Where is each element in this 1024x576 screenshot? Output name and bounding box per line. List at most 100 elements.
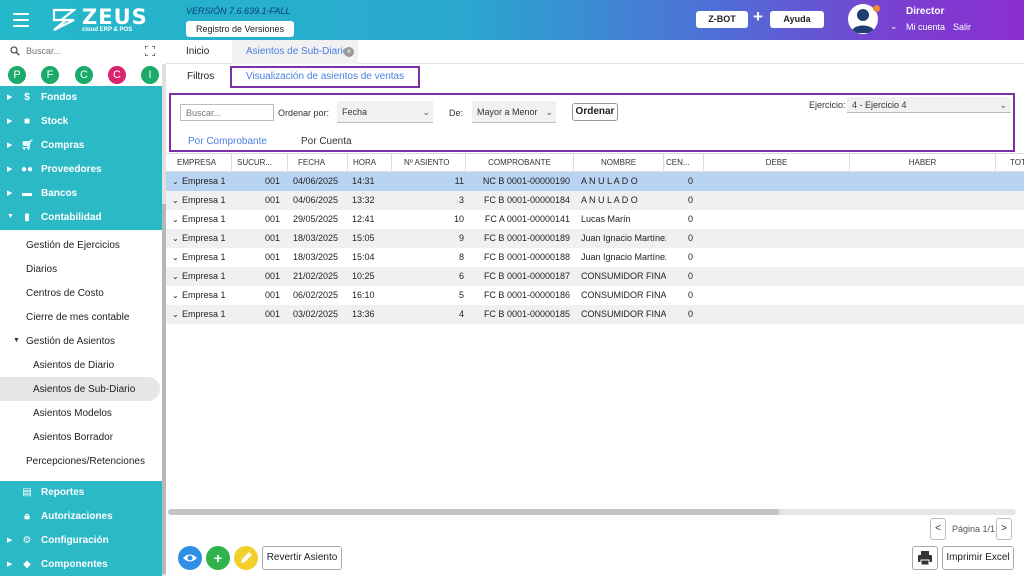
sidebar-search-input[interactable] [26, 46, 126, 56]
expand-icon[interactable] [145, 46, 155, 56]
pager-next-button[interactable]: > [996, 518, 1012, 540]
sidebar-item-autorizaciones[interactable]: 🔒︎ Autorizaciones [0, 505, 162, 529]
subtab-visualizacion[interactable]: Visualización de asientos de ventas [230, 66, 420, 88]
sidebar-item-reportes[interactable]: ▤ Reportes [0, 481, 162, 505]
chevron-down-icon[interactable]: ⌄ [172, 286, 179, 305]
sidebar-item-percepciones[interactable]: Percepciones/Retenciones [0, 449, 162, 473]
sidebar-item-diarios[interactable]: Diarios [0, 257, 162, 281]
sidebar-item-label: Proveedores [41, 164, 102, 175]
col-nro-asiento[interactable]: Nº ASIENTO [392, 154, 466, 172]
ordenar-por-select[interactable]: Fecha ⌄ [337, 101, 433, 123]
table-row[interactable]: ⌄ Empresa 1 001 03/02/2025 13:36 4 FC B 0001-0… [166, 305, 1024, 324]
cell-asiento: 10 [453, 214, 464, 224]
tab-por-cuenta[interactable]: Por Cuenta [301, 136, 352, 147]
cell-hora: 14:31 [352, 176, 375, 186]
table-row[interactable]: ⌄ Empresa 1 001 18/03/2025 15:05 9 FC B 0001-0… [166, 229, 1024, 248]
sidebar-item-proveedores[interactable]: ▶ ●● Proveedores [0, 158, 162, 182]
chevron-down-icon[interactable]: ⌄ [172, 172, 179, 191]
col-total[interactable]: TOT [996, 154, 1024, 172]
chevron-down-icon[interactable]: ⌄ [172, 267, 179, 286]
sidebar-item-configuracion[interactable]: ▶ ⚙ Configuración [0, 529, 162, 553]
horizontal-scrollbar-thumb[interactable] [168, 509, 780, 515]
ejercicio-select[interactable]: 4 - Ejercicio 4 ⌄ [847, 97, 1011, 113]
view-button[interactable] [178, 546, 202, 570]
tab-asientos-subdiario[interactable]: Asientos de Sub-Diario × [232, 40, 358, 64]
ordenar-button[interactable]: Ordenar [572, 103, 618, 121]
zbot-button[interactable]: Z-BOT [696, 11, 748, 28]
col-centro[interactable]: CEN... [664, 154, 704, 172]
table-body: ⌄ Empresa 1 001 04/06/2025 14:31 11 NC B 0001-… [166, 172, 1024, 324]
horizontal-scrollbar[interactable] [168, 509, 1016, 515]
pager-prev-button[interactable]: < [930, 518, 946, 540]
sidebar-item-gestion-ejercicios[interactable]: Gestión de Ejercicios [0, 233, 162, 257]
cell-sucursal: 001 [264, 176, 280, 186]
cell-empresa: Empresa 1 [182, 290, 226, 300]
mi-cuenta-link[interactable]: Mi cuenta [906, 22, 945, 32]
table-row[interactable]: ⌄ Empresa 1 001 21/02/2025 10:25 6 FC B 0001-0… [166, 267, 1024, 286]
plus-icon: + [213, 550, 223, 566]
registro-versiones-button[interactable]: Registro de Versiones [186, 21, 294, 37]
revertir-asiento-button[interactable]: Revertir Asiento [262, 546, 342, 570]
chevron-down-icon[interactable]: ⌄ [890, 21, 898, 32]
col-comprobante[interactable]: COMPROBANTE [466, 154, 574, 172]
sidebar-item-centros-costo[interactable]: Centros de Costo [0, 281, 162, 305]
quick-c2-button[interactable]: C [108, 66, 126, 84]
col-sucursal[interactable]: SUCUR... [232, 154, 288, 172]
tab-inicio[interactable]: Inicio [186, 40, 209, 64]
imprimir-excel-button[interactable]: Imprimir Excel [942, 546, 1014, 570]
sidebar-item-bancos[interactable]: ▶ ▬ Bancos [0, 182, 162, 206]
hamburger-menu-icon[interactable] [13, 13, 29, 27]
sidebar-item-contabilidad[interactable]: ▼ ▮ Contabilidad [0, 206, 162, 230]
sidebar-item-asientos-borrador[interactable]: Asientos Borrador [0, 425, 162, 449]
zeus-logo[interactable]: ZEUS cloud ERP & POS [52, 5, 152, 35]
sidebar-item-asientos-diario[interactable]: Asientos de Diario [0, 353, 162, 377]
table-row[interactable]: ⌄ Empresa 1 001 04/06/2025 14:31 11 NC B 0001-… [166, 172, 1024, 191]
sidebar-item-fondos[interactable]: ▶ $ Fondos [0, 86, 162, 110]
chevron-right-icon: ▶ [7, 94, 13, 101]
chevron-down-icon[interactable]: ⌄ [172, 191, 179, 210]
sidebar-item-asientos-modelos[interactable]: Asientos Modelos [0, 401, 162, 425]
zeus-logo-icon [52, 8, 76, 31]
table-row[interactable]: ⌄ Empresa 1 001 18/03/2025 15:04 8 FC B 0001-0… [166, 248, 1024, 267]
add-button[interactable]: + [206, 546, 230, 570]
subtab-filtros[interactable]: Filtros [187, 71, 214, 82]
close-icon[interactable]: × [344, 47, 354, 57]
sidebar-item-stock[interactable]: ▶ ■ Stock [0, 110, 162, 134]
cell-nombre: A N U L A D O [581, 176, 638, 186]
table-row[interactable]: ⌄ Empresa 1 001 06/02/2025 16:10 5 FC B 0001-0… [166, 286, 1024, 305]
col-haber[interactable]: HABER [850, 154, 996, 172]
salir-link[interactable]: Salir [953, 22, 971, 32]
cell-empresa: Empresa 1 [182, 271, 226, 281]
cell-fecha: 06/02/2025 [293, 290, 339, 300]
col-fecha[interactable]: FECHA [288, 154, 348, 172]
chevron-down-icon[interactable]: ⌄ [172, 210, 179, 229]
quick-f-button[interactable]: F [41, 66, 59, 84]
sidebar-item-componentes[interactable]: ▶ ◆ Componentes [0, 553, 162, 576]
quick-p-button[interactable]: P [8, 66, 26, 84]
table-row[interactable]: ⌄ Empresa 1 001 29/05/2025 12:41 10 FC A 0001-… [166, 210, 1024, 229]
search-input[interactable] [180, 104, 274, 121]
cell-asiento: 6 [458, 271, 464, 281]
quick-c-button[interactable]: C [75, 66, 93, 84]
de-select[interactable]: Mayor a Menor ⌄ [472, 101, 556, 123]
print-button[interactable] [912, 546, 938, 570]
sidebar-item-label: Asientos de Diario [33, 360, 115, 371]
chevron-down-icon[interactable]: ⌄ [172, 248, 179, 267]
chevron-down-icon[interactable]: ⌄ [172, 229, 179, 248]
col-empresa[interactable]: EMPRESA [166, 154, 232, 172]
table-row[interactable]: ⌄ Empresa 1 001 04/06/2025 13:32 3 FC B 0001-0… [166, 191, 1024, 210]
col-nombre[interactable]: NOMBRE [574, 154, 664, 172]
sidebar-item-cierre-mes[interactable]: Cierre de mes contable [0, 305, 162, 329]
sidebar-item-compras[interactable]: ▶ 🛒︎ Compras [0, 134, 162, 158]
quick-i-button[interactable]: I [141, 66, 159, 84]
sidebar-item-gestion-asientos[interactable]: ▼ Gestión de Asientos [0, 329, 162, 353]
chevron-down-icon[interactable]: ⌄ [172, 305, 179, 324]
col-hora[interactable]: HORA [348, 154, 392, 172]
col-debe[interactable]: DEBE [704, 154, 850, 172]
ayuda-button[interactable]: Ayuda [770, 11, 824, 28]
sidebar-item-label: Gestión de Ejercicios [26, 240, 120, 251]
edit-button[interactable] [234, 546, 258, 570]
cell-nombre: Juan Ignacio Martínez [581, 252, 666, 262]
tab-por-comprobante[interactable]: Por Comprobante [188, 136, 267, 147]
sidebar-item-asientos-subdiario[interactable]: Asientos de Sub-Diario [0, 377, 160, 401]
